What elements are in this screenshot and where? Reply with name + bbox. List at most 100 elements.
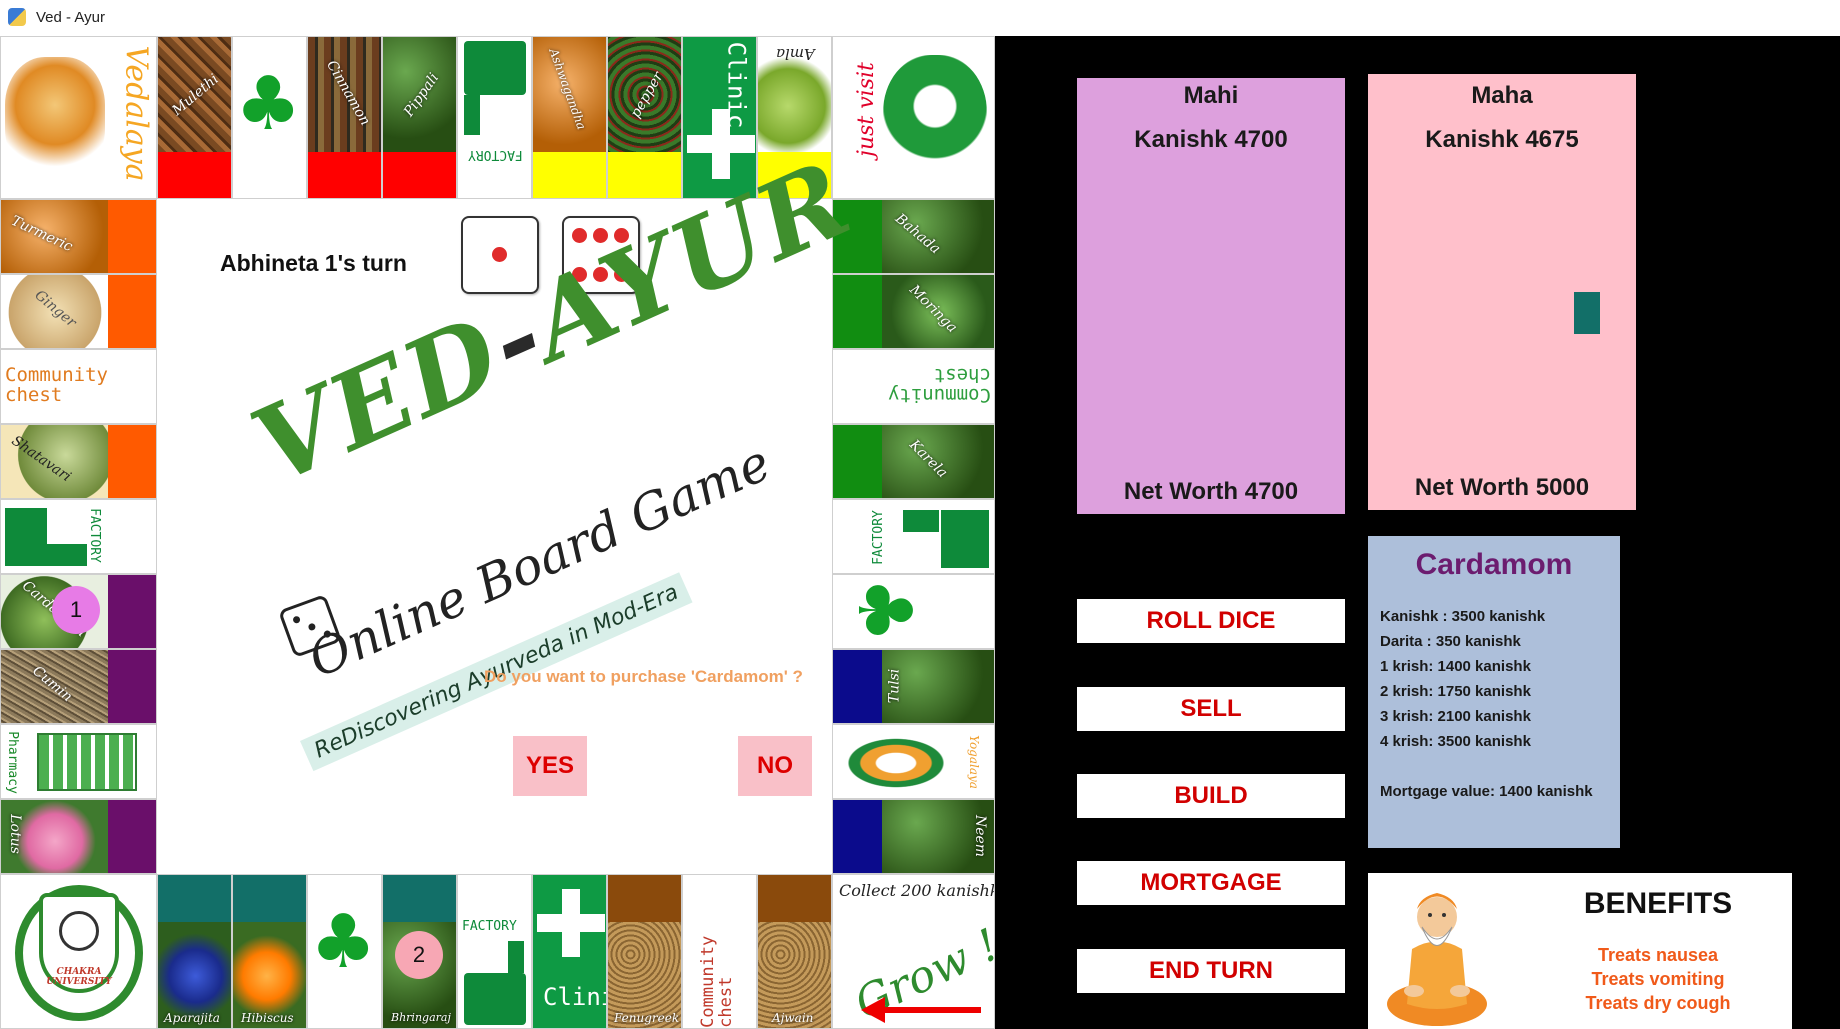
factory-icon — [464, 41, 526, 95]
logo-word-ved: VED — [235, 291, 521, 509]
factory-cell[interactable]: FACTORY — [457, 874, 532, 1029]
property-moringa[interactable]: Moringa — [832, 274, 995, 349]
color-band — [608, 152, 681, 198]
color-band — [308, 152, 381, 198]
color-band — [833, 800, 882, 873]
corner-go[interactable]: Collect 200 kanishk Grow ! — [832, 874, 995, 1029]
luck-cell[interactable]: ♣ — [232, 36, 307, 199]
vedalaya-illustration — [5, 57, 105, 177]
property-hibiscus[interactable]: Hibiscus — [232, 874, 307, 1029]
end-turn-button[interactable]: END TURN — [1077, 949, 1345, 993]
community-chest-cell[interactable]: Community chest — [682, 874, 757, 1029]
no-button[interactable]: NO — [738, 736, 812, 796]
community-chest-label: Community chest — [5, 364, 108, 406]
factory-cell[interactable]: FACTORY — [457, 36, 532, 199]
bahada-image — [882, 200, 994, 273]
factory-label: FACTORY — [86, 508, 102, 563]
property-rent-4: 4 krish: 3500 kanishk — [1380, 733, 1531, 750]
property-mulethi[interactable]: Mulethi — [157, 36, 232, 199]
player-net-worth: Net Worth 4700 — [1123, 478, 1299, 505]
player-money: Kanishk 4675 — [1425, 126, 1579, 153]
color-band — [758, 875, 831, 922]
property-bhringaraj[interactable]: Bhringaraj 2 — [382, 874, 457, 1029]
sage-icon — [1387, 893, 1487, 1026]
window-title: Ved - Ayur — [36, 8, 105, 26]
arrow-left-icon — [861, 997, 885, 1023]
factory-cell[interactable]: FACTORY — [832, 499, 995, 574]
die-pip — [492, 247, 507, 262]
player-2-token[interactable]: 2 — [395, 931, 443, 979]
emblem-icon — [59, 911, 99, 951]
color-band — [233, 875, 306, 922]
community-chest-cell[interactable]: Community chest — [0, 349, 157, 424]
factory-icon — [5, 508, 47, 566]
property-rent-2: 2 krish: 1750 kanishk — [1380, 683, 1531, 700]
yogalaya-cell[interactable]: Yogalaya — [832, 724, 995, 799]
property-title: Cardamom — [1415, 548, 1573, 581]
player-money: Kanishk 4700 — [1134, 126, 1288, 153]
clinic-label: Clinic — [543, 983, 606, 1011]
color-band — [108, 200, 156, 273]
community-chest-cell[interactable]: Community chest — [832, 349, 995, 424]
build-button[interactable]: BUILD — [1077, 774, 1345, 818]
app-icon — [8, 8, 26, 26]
property-neem[interactable]: Neem — [832, 799, 995, 874]
turn-indicator: Abhineta 1's turn — [220, 250, 407, 276]
property-aparajita[interactable]: Aparajita — [157, 874, 232, 1029]
factory-label: FACTORY — [870, 510, 886, 565]
color-band — [533, 152, 606, 198]
property-pepper[interactable]: pepper — [607, 36, 682, 199]
corner-vedalaya[interactable]: Vedalaya — [0, 36, 157, 199]
color-band — [383, 152, 456, 198]
color-band — [833, 275, 882, 348]
player-1-token[interactable]: 1 — [52, 586, 100, 634]
lotus-label: Lotus — [6, 814, 23, 854]
player-card-maha: Maha Kanishk 4675 Net Worth 5000 — [1368, 74, 1636, 510]
clinic-cross-bar — [687, 135, 755, 153]
property-cardamom[interactable]: Cardamom 1 — [0, 574, 157, 649]
factory-chimney — [47, 544, 87, 566]
property-mortgage-value: Mortgage value: 1400 kanishk — [1380, 783, 1593, 800]
factory-icon — [941, 510, 989, 568]
color-band — [158, 875, 231, 922]
property-cinnamon[interactable]: Cinnamon — [307, 36, 382, 199]
bhringaraj-label: Bhringaraj — [391, 1011, 451, 1024]
property-lotus[interactable]: Lotus — [0, 799, 157, 874]
game-board: Vedalaya Mulethi ♣ Cinnamon Pippali FACT… — [0, 36, 995, 1029]
property-turmeric[interactable]: Turmeric — [0, 199, 157, 274]
property-ginger[interactable]: Ginger — [0, 274, 157, 349]
sell-button[interactable]: SELL — [1077, 687, 1345, 731]
pharmacy-label: Pharmacy — [4, 731, 20, 794]
property-ashwagandha[interactable]: Ashwagandha — [532, 36, 607, 199]
property-shatavari[interactable]: Shatavari — [0, 424, 157, 499]
mortar-icon — [883, 55, 987, 183]
factory-cell[interactable]: FACTORY — [0, 499, 157, 574]
property-pippali[interactable]: Pippali — [382, 36, 457, 199]
property-ajwain[interactable]: Ajwain — [757, 874, 832, 1029]
benefit-item: Treats dry cough — [1585, 993, 1731, 1013]
color-band — [108, 575, 156, 648]
clinic-cross-bar — [537, 914, 605, 932]
property-tulsi[interactable]: Tulsi — [832, 649, 995, 724]
clinic-cell[interactable]: Clinic — [532, 874, 607, 1029]
property-karela[interactable]: Karela — [832, 424, 995, 499]
property-cumin[interactable]: Cumin — [0, 649, 157, 724]
corner-chakra-university[interactable]: CHAKRA UNIVERSITY — [0, 874, 157, 1029]
roll-dice-button[interactable]: ROLL DICE — [1077, 599, 1345, 643]
pharmacy-cell[interactable]: Pharmacy — [0, 724, 157, 799]
player-name: Maha — [1471, 82, 1533, 109]
fenugreek-label: Fenugreek — [614, 1011, 680, 1025]
color-band — [108, 800, 156, 873]
yes-button[interactable]: YES — [513, 736, 587, 796]
color-band — [608, 875, 681, 922]
property-fenugreek[interactable]: Fenugreek — [607, 874, 682, 1029]
benefit-item: Treats nausea — [1597, 945, 1719, 965]
luck-cell[interactable]: ♣ — [832, 574, 995, 649]
mortgage-button[interactable]: MORTGAGE — [1077, 861, 1345, 905]
color-band — [383, 875, 456, 922]
factory-chimney — [903, 510, 939, 532]
community-chest-label: Community chest — [888, 363, 991, 406]
luck-cell[interactable]: ♣ — [307, 874, 382, 1029]
benefit-item: Treats vomiting — [1591, 969, 1725, 989]
corner-just-visit[interactable]: just visit — [832, 36, 995, 199]
